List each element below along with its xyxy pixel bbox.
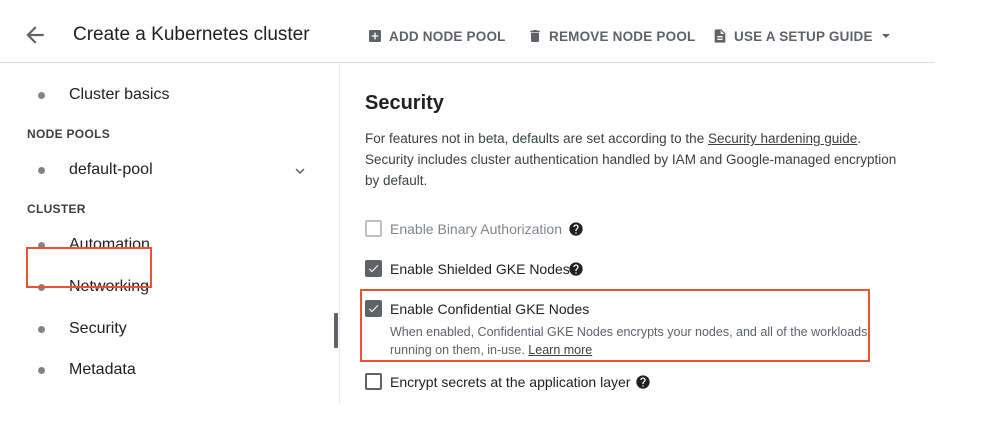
- help-icon[interactable]: [568, 221, 584, 237]
- sidebar-item-security[interactable]: Security: [0, 315, 339, 345]
- bullet-dot-icon: [38, 326, 45, 333]
- option-label: Encrypt secrets at the application layer: [390, 374, 631, 390]
- sidebar-item-label: default-pool: [69, 161, 153, 178]
- highlight-box-security: [26, 247, 152, 288]
- sidebar-section-node-pools: NODE POOLS: [27, 127, 111, 141]
- add-node-pool-label: ADD NODE POOL: [389, 28, 506, 44]
- bullet-dot-icon: [38, 367, 45, 374]
- sidebar-item-cluster-basics[interactable]: Cluster basics: [0, 81, 339, 111]
- checkmark-icon: [368, 265, 379, 273]
- trash-icon: [530, 30, 540, 42]
- option-label: Enable Binary Authorization: [390, 221, 562, 237]
- help-icon[interactable]: [568, 261, 584, 277]
- security-hardening-guide-link[interactable]: Security hardening guide: [708, 131, 857, 146]
- option-label: Enable Shielded GKE Nodes: [390, 261, 570, 277]
- binary-authorization-checkbox[interactable]: [365, 220, 382, 237]
- bullet-dot-icon: [38, 167, 45, 174]
- sidebar-item-metadata[interactable]: Metadata: [0, 356, 339, 386]
- sidebar-nav: Cluster basics NODE POOLS default-pool C…: [0, 64, 340, 404]
- arrow-back-icon[interactable]: [22, 22, 48, 48]
- section-title: Security: [365, 92, 444, 114]
- page-header: Create a Kubernetes cluster ADD NODE POO…: [0, 0, 935, 63]
- remove-node-pool-label: REMOVE NODE POOL: [549, 28, 696, 44]
- sidebar-item-default-pool[interactable]: default-pool: [0, 156, 339, 186]
- bullet-dot-icon: [38, 92, 45, 99]
- sidebar-item-label: Cluster basics: [69, 86, 170, 103]
- remove-node-pool-button[interactable]: REMOVE NODE POOL: [527, 26, 695, 46]
- chevron-down-icon[interactable]: [291, 162, 309, 180]
- description-text: For features not in beta, defaults are s…: [365, 131, 708, 146]
- page-title: Create a Kubernetes cluster: [73, 24, 310, 45]
- security-description: For features not in beta, defaults are s…: [365, 128, 910, 191]
- help-icon[interactable]: [635, 374, 651, 390]
- option-encrypt-secrets: Encrypt secrets at the application layer: [365, 371, 885, 395]
- sidebar-item-label: Metadata: [69, 361, 136, 378]
- add-node-pool-button[interactable]: ADD NODE POOL: [367, 26, 506, 46]
- use-setup-guide-button[interactable]: USE A SETUP GUIDE: [712, 26, 891, 46]
- shielded-gke-nodes-checkbox[interactable]: [365, 260, 382, 277]
- use-setup-guide-label: USE A SETUP GUIDE: [734, 28, 873, 44]
- add-box-icon: [369, 30, 381, 42]
- caret-down-icon: [881, 34, 890, 38]
- encrypt-secrets-checkbox[interactable]: [365, 373, 382, 390]
- selected-item-indicator: [334, 313, 338, 348]
- option-binary-authorization: Enable Binary Authorization: [365, 218, 885, 242]
- sidebar-section-cluster: CLUSTER: [27, 202, 86, 216]
- sidebar-item-label: Security: [69, 320, 127, 337]
- option-shielded-gke-nodes: Enable Shielded GKE Nodes: [365, 258, 885, 282]
- document-icon: [714, 29, 726, 43]
- highlight-box-confidential: [360, 289, 870, 362]
